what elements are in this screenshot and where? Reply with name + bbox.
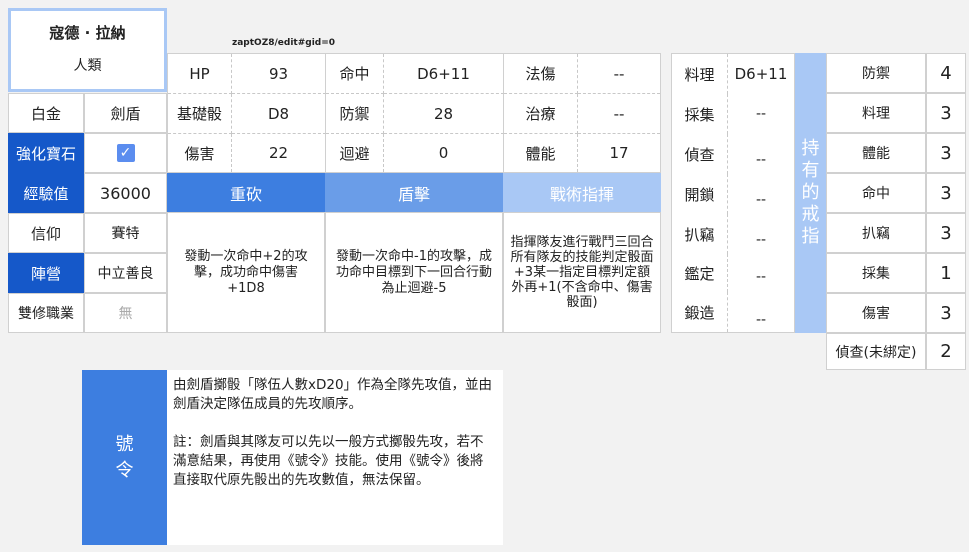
character-race: 人類 <box>73 58 102 74</box>
stat-hit-value: D6+11 <box>384 54 504 94</box>
stat-hit-label: 命中 <box>326 54 384 94</box>
craft-gather-label: 採集 <box>672 94 728 134</box>
command-text-main: 由劍盾擲骰「隊伍人數xD20」作為全隊先攻值，並由劍盾決定隊伍成員的先攻順序。 <box>173 377 493 412</box>
faith-value: 賽特 <box>84 213 167 253</box>
craft-cooking-label: 料理 <box>672 54 728 94</box>
craft-scout-value: -- <box>755 152 767 168</box>
craft-cooking-value: D6+11 <box>734 65 788 83</box>
stat-hp-value: 93 <box>232 54 326 94</box>
craft-lockpick-value: -- <box>755 192 767 208</box>
ring-label: 扒竊 <box>826 213 926 253</box>
stat-base-die-value: D8 <box>232 94 326 134</box>
craft-forge-label: 鍛造 <box>672 292 728 332</box>
stat-defense-value: 28 <box>384 94 504 134</box>
dual-class-label: 雙修職業 <box>8 293 84 333</box>
ring-value: 3 <box>926 213 966 253</box>
stat-magic-label: 法傷 <box>504 54 578 94</box>
character-name: 寇德 · 拉納 <box>49 23 126 42</box>
exp-value: 36000 <box>84 173 167 213</box>
ring-label: 傷害 <box>826 293 926 333</box>
stat-stamina-value: 17 <box>609 144 629 162</box>
exp-label: 經驗值 <box>8 173 84 213</box>
ring-label: 體能 <box>826 133 926 173</box>
skill-desc-tactics: 指揮隊友進行戰鬥三回合所有隊友的技能判定骰面+3某一指定目標判定額外再+1(不含… <box>503 212 661 333</box>
skill-header-shield-bash[interactable]: 盾擊 <box>325 173 503 212</box>
stat-magic-value: -- <box>578 54 660 94</box>
stat-stamina-label: 體能 <box>504 134 578 172</box>
craft-appraise-label: 鑑定 <box>672 254 728 292</box>
rings-label-text: 持有的戒指 <box>801 138 820 247</box>
skill-header-heavy-slash[interactable]: 重砍 <box>167 173 325 212</box>
check-icon: ✓ <box>116 144 135 162</box>
faith-label: 信仰 <box>8 213 84 253</box>
command-description: 由劍盾擲骰「隊伍人數xD20」作為全隊先攻值，並由劍盾決定隊伍成員的先攻順序。 … <box>167 370 503 545</box>
ring-label: 防禦 <box>826 53 926 93</box>
sheet-link[interactable]: zaptOZ8/edit#gid=0 <box>232 38 335 48</box>
command-label-text: 號令 <box>115 433 134 481</box>
character-card: 寇德 · 拉納 人類 <box>8 8 167 92</box>
ring-value: 3 <box>926 133 966 173</box>
stat-damage-value: 22 <box>232 134 326 172</box>
ring-label: 採集 <box>826 253 926 293</box>
craft-scout-label: 偵查 <box>672 134 728 174</box>
skill-desc-heavy-slash: 發動一次命中+2的攻擊，成功命中傷害+1D8 <box>167 212 325 333</box>
gem-checkbox[interactable]: ✓ <box>84 133 167 173</box>
alignment-label: 陣營 <box>8 253 84 293</box>
craft-appraise-value: -- <box>755 269 767 285</box>
craft-pickpocket-value: -- <box>755 232 767 248</box>
gem-label: 強化寶石 <box>8 133 84 173</box>
ring-label: 命中 <box>826 173 926 213</box>
rank-label: 白金 <box>8 93 84 133</box>
ring-value: 3 <box>926 93 966 133</box>
ring-value: 3 <box>926 293 966 333</box>
ring-value: 4 <box>926 53 966 93</box>
stat-heal-label: 治療 <box>504 94 578 134</box>
stat-evade-label: 迴避 <box>326 134 384 172</box>
ring-value: 1 <box>926 253 966 293</box>
stat-defense-label: 防禦 <box>326 94 384 134</box>
craft-pickpocket-label: 扒竊 <box>672 214 728 254</box>
stat-hp-label: HP <box>168 54 232 94</box>
dual-class-value: 無 <box>84 293 167 333</box>
rings-label: 持有的戒指 <box>795 53 826 333</box>
command-label: 號令 <box>82 370 167 545</box>
craft-gather-value: -- <box>755 106 767 122</box>
stat-evade-value: 0 <box>384 134 504 172</box>
class-label: 劍盾 <box>84 93 167 133</box>
stat-damage-label: 傷害 <box>168 134 232 172</box>
ring-label: 偵查(未綁定) <box>826 333 926 370</box>
ring-label: 料理 <box>826 93 926 133</box>
stat-heal-value: -- <box>578 94 660 134</box>
craft-lockpick-label: 開鎖 <box>672 174 728 214</box>
ring-value: 3 <box>926 173 966 213</box>
stat-base-die-label: 基礎骰 <box>168 94 232 134</box>
skill-header-tactics[interactable]: 戰術指揮 <box>503 173 661 212</box>
craft-forge-value: -- <box>755 312 767 328</box>
command-text-note: 註：劍盾與其隊友可以先以一般方式擲骰先攻，若不滿意結果，再使用《號令》技能。使用… <box>173 434 484 488</box>
ring-value: 2 <box>926 333 966 370</box>
alignment-value: 中立善良 <box>84 253 167 293</box>
skill-desc-shield-bash: 發動一次命中-1的攻擊，成功命中目標到下一回合行動為止迴避-5 <box>325 212 503 333</box>
